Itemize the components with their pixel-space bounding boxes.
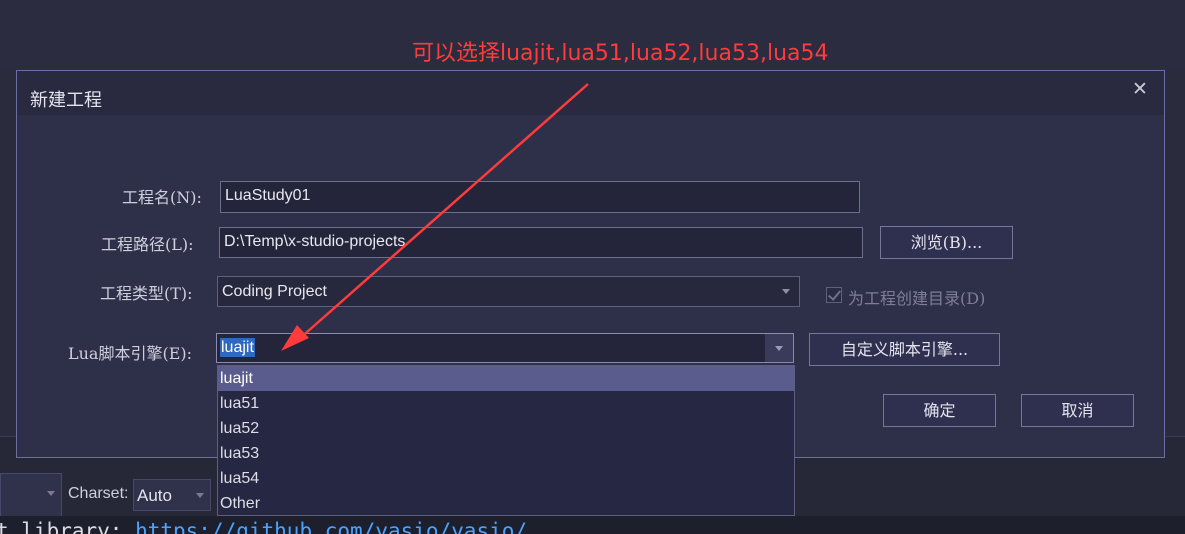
engine-dropdown-list: luajit lua51 lua52 lua53 lua54 Other bbox=[217, 365, 795, 516]
project-name-input[interactable]: LuaStudy01 bbox=[220, 181, 860, 213]
create-directory-label: 为工程创建目录(D) bbox=[848, 289, 986, 308]
charset-label: Charset: bbox=[68, 485, 129, 502]
engine-value: luajit bbox=[220, 338, 255, 357]
dropdown-option-lua54[interactable]: lua54 bbox=[218, 466, 794, 491]
chevron-down-icon bbox=[47, 491, 55, 496]
background-select[interactable] bbox=[0, 473, 62, 517]
chevron-down-icon bbox=[782, 289, 790, 294]
create-directory-checkbox[interactable] bbox=[826, 287, 842, 303]
code-text: t library: bbox=[0, 519, 136, 534]
code-link[interactable]: https://github.com/yasio/yasio/ bbox=[135, 519, 527, 534]
project-type-value: Coding Project bbox=[222, 283, 327, 300]
chevron-down-icon bbox=[775, 346, 783, 351]
chevron-down-icon bbox=[196, 493, 204, 498]
engine-label: Lua脚本引擎(E): bbox=[68, 344, 193, 363]
ok-button[interactable]: 确定 bbox=[883, 394, 996, 427]
dropdown-option-luajit[interactable]: luajit bbox=[218, 366, 794, 391]
code-line: t library: https://github.com/yasio/yasi… bbox=[0, 516, 1185, 534]
custom-engine-button[interactable]: 自定义脚本引擎... bbox=[809, 333, 1000, 366]
browse-button[interactable]: 浏览(B)... bbox=[880, 226, 1013, 259]
project-name-label: 工程名(N): bbox=[122, 188, 202, 207]
engine-select[interactable]: luajit bbox=[216, 333, 794, 363]
dropdown-option-lua52[interactable]: lua52 bbox=[218, 416, 794, 441]
close-icon[interactable]: ✕ bbox=[1130, 79, 1150, 99]
project-type-select[interactable]: Coding Project bbox=[217, 276, 800, 307]
dialog-title: 新建工程 bbox=[30, 90, 102, 111]
dialog-titlebar: 新建工程 ✕ bbox=[17, 71, 1164, 115]
engine-dropdown-button[interactable] bbox=[765, 334, 793, 362]
project-path-input[interactable]: D:\Temp\x-studio-projects bbox=[219, 227, 863, 258]
check-icon bbox=[827, 287, 842, 301]
charset-value: Auto bbox=[137, 486, 172, 505]
annotation-text: 可以选择luajit,lua51,lua52,lua53,lua54 bbox=[412, 41, 829, 66]
dropdown-option-lua53[interactable]: lua53 bbox=[218, 441, 794, 466]
cancel-button[interactable]: 取消 bbox=[1021, 394, 1134, 427]
project-type-label: 工程类型(T): bbox=[100, 284, 193, 303]
project-path-label: 工程路径(L): bbox=[101, 235, 194, 254]
charset-select[interactable]: Auto bbox=[133, 479, 211, 511]
dropdown-option-lua51[interactable]: lua51 bbox=[218, 391, 794, 416]
dropdown-option-other[interactable]: Other bbox=[218, 491, 794, 516]
